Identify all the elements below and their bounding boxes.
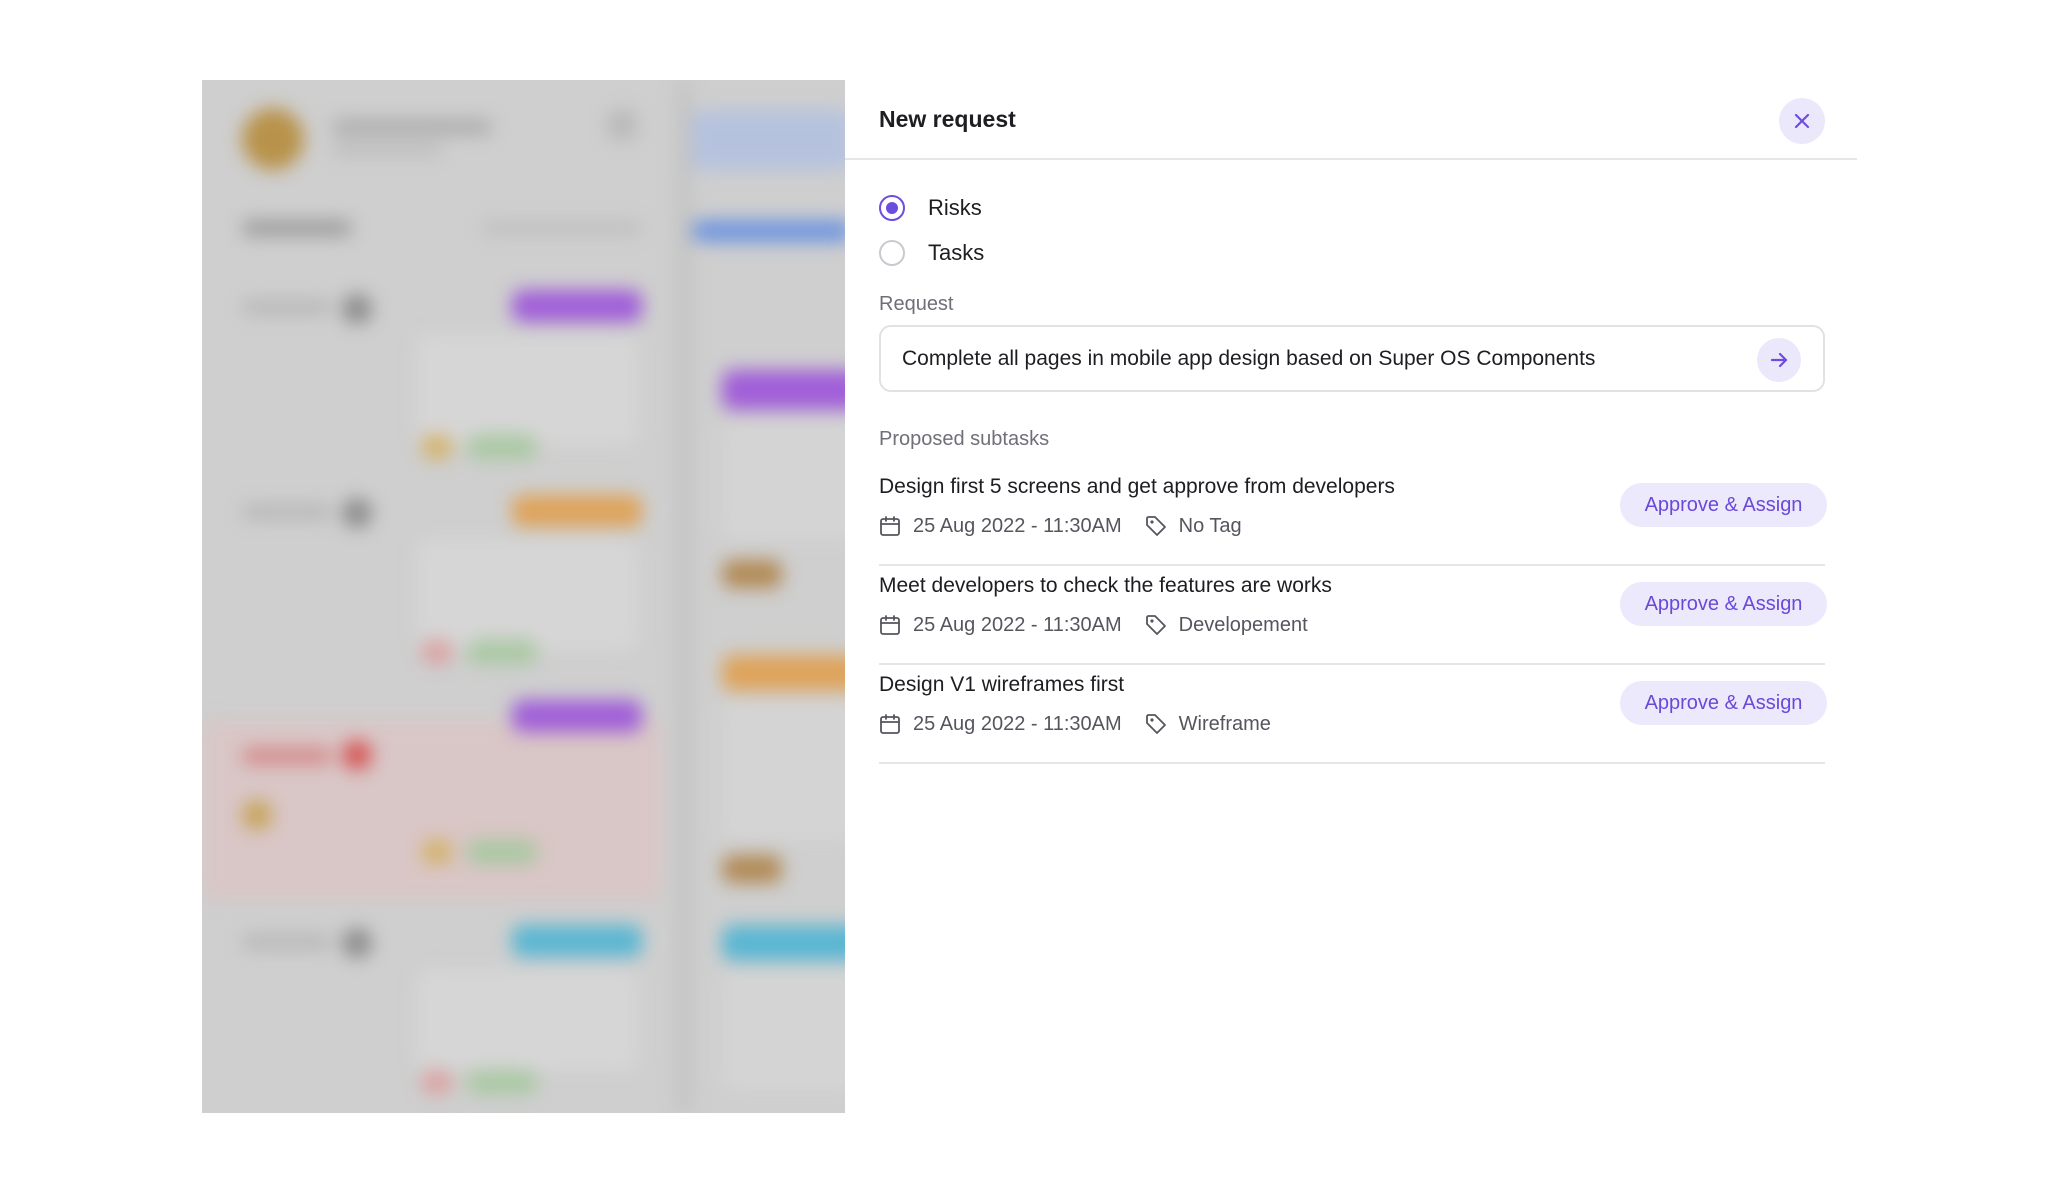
subtask-tag: No Tag <box>1178 514 1242 537</box>
subtask-date: 25 Aug 2022 - 11:30AM <box>913 712 1122 735</box>
close-icon <box>1794 113 1810 129</box>
subtask-meta: 25 Aug 2022 - 11:30AM No Tag <box>879 513 1242 539</box>
radio-risks[interactable] <box>879 195 905 221</box>
approve-assign-button[interactable]: Approve & Assign <box>1620 681 1827 725</box>
close-button[interactable] <box>1779 98 1825 144</box>
subtask-item: Design V1 wireframes first 25 Aug 2022 -… <box>879 665 1827 764</box>
subtask-item: Meet developers to check the features ar… <box>879 566 1827 665</box>
subtask-meta: 25 Aug 2022 - 11:30AM Developement <box>879 612 1308 638</box>
subtask-item: Design first 5 screens and get approve f… <box>879 467 1827 566</box>
subtask-tag: Developement <box>1178 613 1308 636</box>
send-button[interactable] <box>1757 338 1801 382</box>
calendar-icon <box>880 714 900 734</box>
subtask-meta: 25 Aug 2022 - 11:30AM Wireframe <box>879 711 1271 737</box>
subtask-title: Design first 5 screens and get approve f… <box>879 475 1395 498</box>
subtask-title: Meet developers to check the features ar… <box>879 574 1332 597</box>
panel-title: New request <box>879 106 1016 132</box>
approve-assign-button[interactable]: Approve & Assign <box>1620 582 1827 626</box>
blurred-background-app <box>202 80 845 1113</box>
tag-icon <box>1145 714 1166 734</box>
new-request-panel: New request Risks Tasks Request Complete… <box>845 80 1857 1113</box>
radio-option-risks[interactable]: Risks <box>879 193 982 223</box>
request-field[interactable]: Complete all pages in mobile app design … <box>879 325 1825 392</box>
subtask-date: 25 Aug 2022 - 11:30AM <box>913 514 1122 537</box>
proposed-subtasks-label: Proposed subtasks <box>879 428 1050 450</box>
subtask-date: 25 Aug 2022 - 11:30AM <box>913 613 1122 636</box>
calendar-icon <box>880 516 900 536</box>
tag-icon <box>1145 615 1166 635</box>
radio-label-risks: Risks <box>928 195 982 220</box>
arrow-right-icon <box>1770 352 1788 368</box>
calendar-icon <box>880 615 900 635</box>
tag-icon <box>1145 516 1166 536</box>
radio-label-tasks: Tasks <box>928 240 985 265</box>
subtask-title: Design V1 wireframes first <box>879 673 1125 696</box>
radio-option-tasks[interactable]: Tasks <box>879 238 984 268</box>
subtask-tag: Wireframe <box>1178 712 1271 735</box>
request-label: Request <box>879 293 954 315</box>
approve-assign-button[interactable]: Approve & Assign <box>1620 483 1827 527</box>
request-input-value[interactable]: Complete all pages in mobile app design … <box>902 347 1595 371</box>
radio-tasks[interactable] <box>879 240 905 266</box>
panel-header: New request <box>845 80 1857 160</box>
